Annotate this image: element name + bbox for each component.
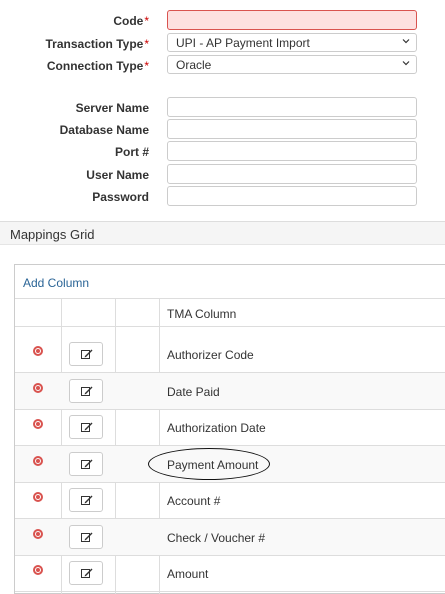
edit-button[interactable]	[69, 561, 103, 585]
database-name-label: Database Name	[59, 123, 149, 137]
table-row: Payment Amount	[15, 445, 445, 483]
connection-type-select[interactable]: Oracle	[167, 55, 417, 74]
edit-button[interactable]	[69, 342, 103, 366]
user-name-input[interactable]	[167, 164, 417, 184]
tma-column-value: Check / Voucher #	[167, 530, 266, 545]
highlight-ellipse	[148, 447, 270, 480]
password-label: Password	[92, 190, 149, 204]
tma-column-header: TMA Column	[167, 307, 237, 321]
port-label: Port #	[114, 145, 149, 159]
port-input[interactable]	[167, 141, 417, 161]
database-name-row: Database Name	[0, 119, 445, 141]
required-marker: *	[144, 14, 149, 28]
code-label: Code*	[113, 14, 149, 28]
required-marker: *	[144, 59, 149, 73]
chevron-down-icon	[402, 39, 410, 44]
remove-circle-icon[interactable]	[33, 382, 43, 393]
edit-icon	[81, 386, 93, 396]
edit-button[interactable]	[69, 378, 103, 403]
tma-column-value: Account #	[167, 494, 221, 508]
server-name-input[interactable]	[167, 97, 417, 117]
remove-circle-icon[interactable]	[33, 565, 43, 575]
connection-type-label: Connection Type*	[46, 59, 149, 73]
database-name-input[interactable]	[167, 119, 417, 139]
table-row: Date Paid	[15, 372, 445, 410]
edit-icon	[81, 532, 93, 542]
transaction-type-label: Transaction Type*	[45, 37, 149, 51]
connection-type-value: Oracle	[176, 58, 212, 72]
chevron-down-icon	[402, 61, 410, 66]
edit-button[interactable]	[69, 524, 103, 549]
edit-icon	[81, 495, 93, 505]
user-name-label: User Name	[86, 168, 149, 182]
edit-button[interactable]	[69, 488, 103, 512]
user-name-row: User Name	[0, 164, 445, 186]
add-column-link[interactable]: Add Column	[23, 276, 89, 290]
required-marker: *	[144, 37, 149, 51]
code-row: Code*	[0, 10, 445, 32]
tma-column-value: Authorization Date	[167, 421, 266, 435]
grid-toolbar: Add Column	[15, 265, 445, 299]
remove-circle-icon[interactable]	[33, 492, 43, 502]
tma-column-value: Amount	[167, 567, 209, 581]
grid-header: TMA Column	[15, 299, 445, 327]
password-row: Password	[0, 186, 445, 208]
table-row: Amount	[15, 555, 445, 592]
transaction-type-value: UPI - AP Payment Import	[176, 36, 310, 50]
table-row: Check / Voucher #	[15, 518, 445, 556]
table-row: Authorization Date	[15, 409, 445, 446]
remove-circle-icon[interactable]	[33, 455, 43, 466]
edit-icon	[81, 568, 93, 578]
edit-icon	[81, 422, 93, 432]
edit-icon	[81, 459, 93, 469]
server-name-row: Server Name	[0, 97, 445, 119]
mappings-section-header: Mappings Grid	[0, 221, 445, 245]
remove-circle-icon[interactable]	[33, 528, 43, 539]
mappings-title: Mappings Grid	[10, 227, 95, 242]
code-input[interactable]	[167, 10, 417, 30]
tma-column-value: Date Paid	[167, 384, 220, 399]
tma-column-value: Authorizer Code	[167, 348, 254, 362]
mappings-grid: Add Column TMA Column Authorizer Code Dat…	[14, 264, 445, 594]
remove-circle-icon[interactable]	[33, 346, 43, 356]
table-row: Account #	[15, 482, 445, 519]
connection-type-row: Connection Type* Oracle	[0, 55, 445, 77]
edit-button[interactable]	[69, 415, 103, 439]
edit-icon	[81, 349, 93, 359]
edit-button[interactable]	[69, 451, 103, 476]
remove-circle-icon[interactable]	[33, 419, 43, 429]
table-row: Authorizer Code	[15, 336, 445, 373]
transaction-type-select[interactable]: UPI - AP Payment Import	[167, 33, 417, 52]
transaction-type-row: Transaction Type* UPI - AP Payment Impor…	[0, 33, 445, 55]
password-input[interactable]	[167, 186, 417, 206]
server-name-label: Server Name	[75, 101, 149, 115]
port-row: Port #	[0, 141, 445, 163]
